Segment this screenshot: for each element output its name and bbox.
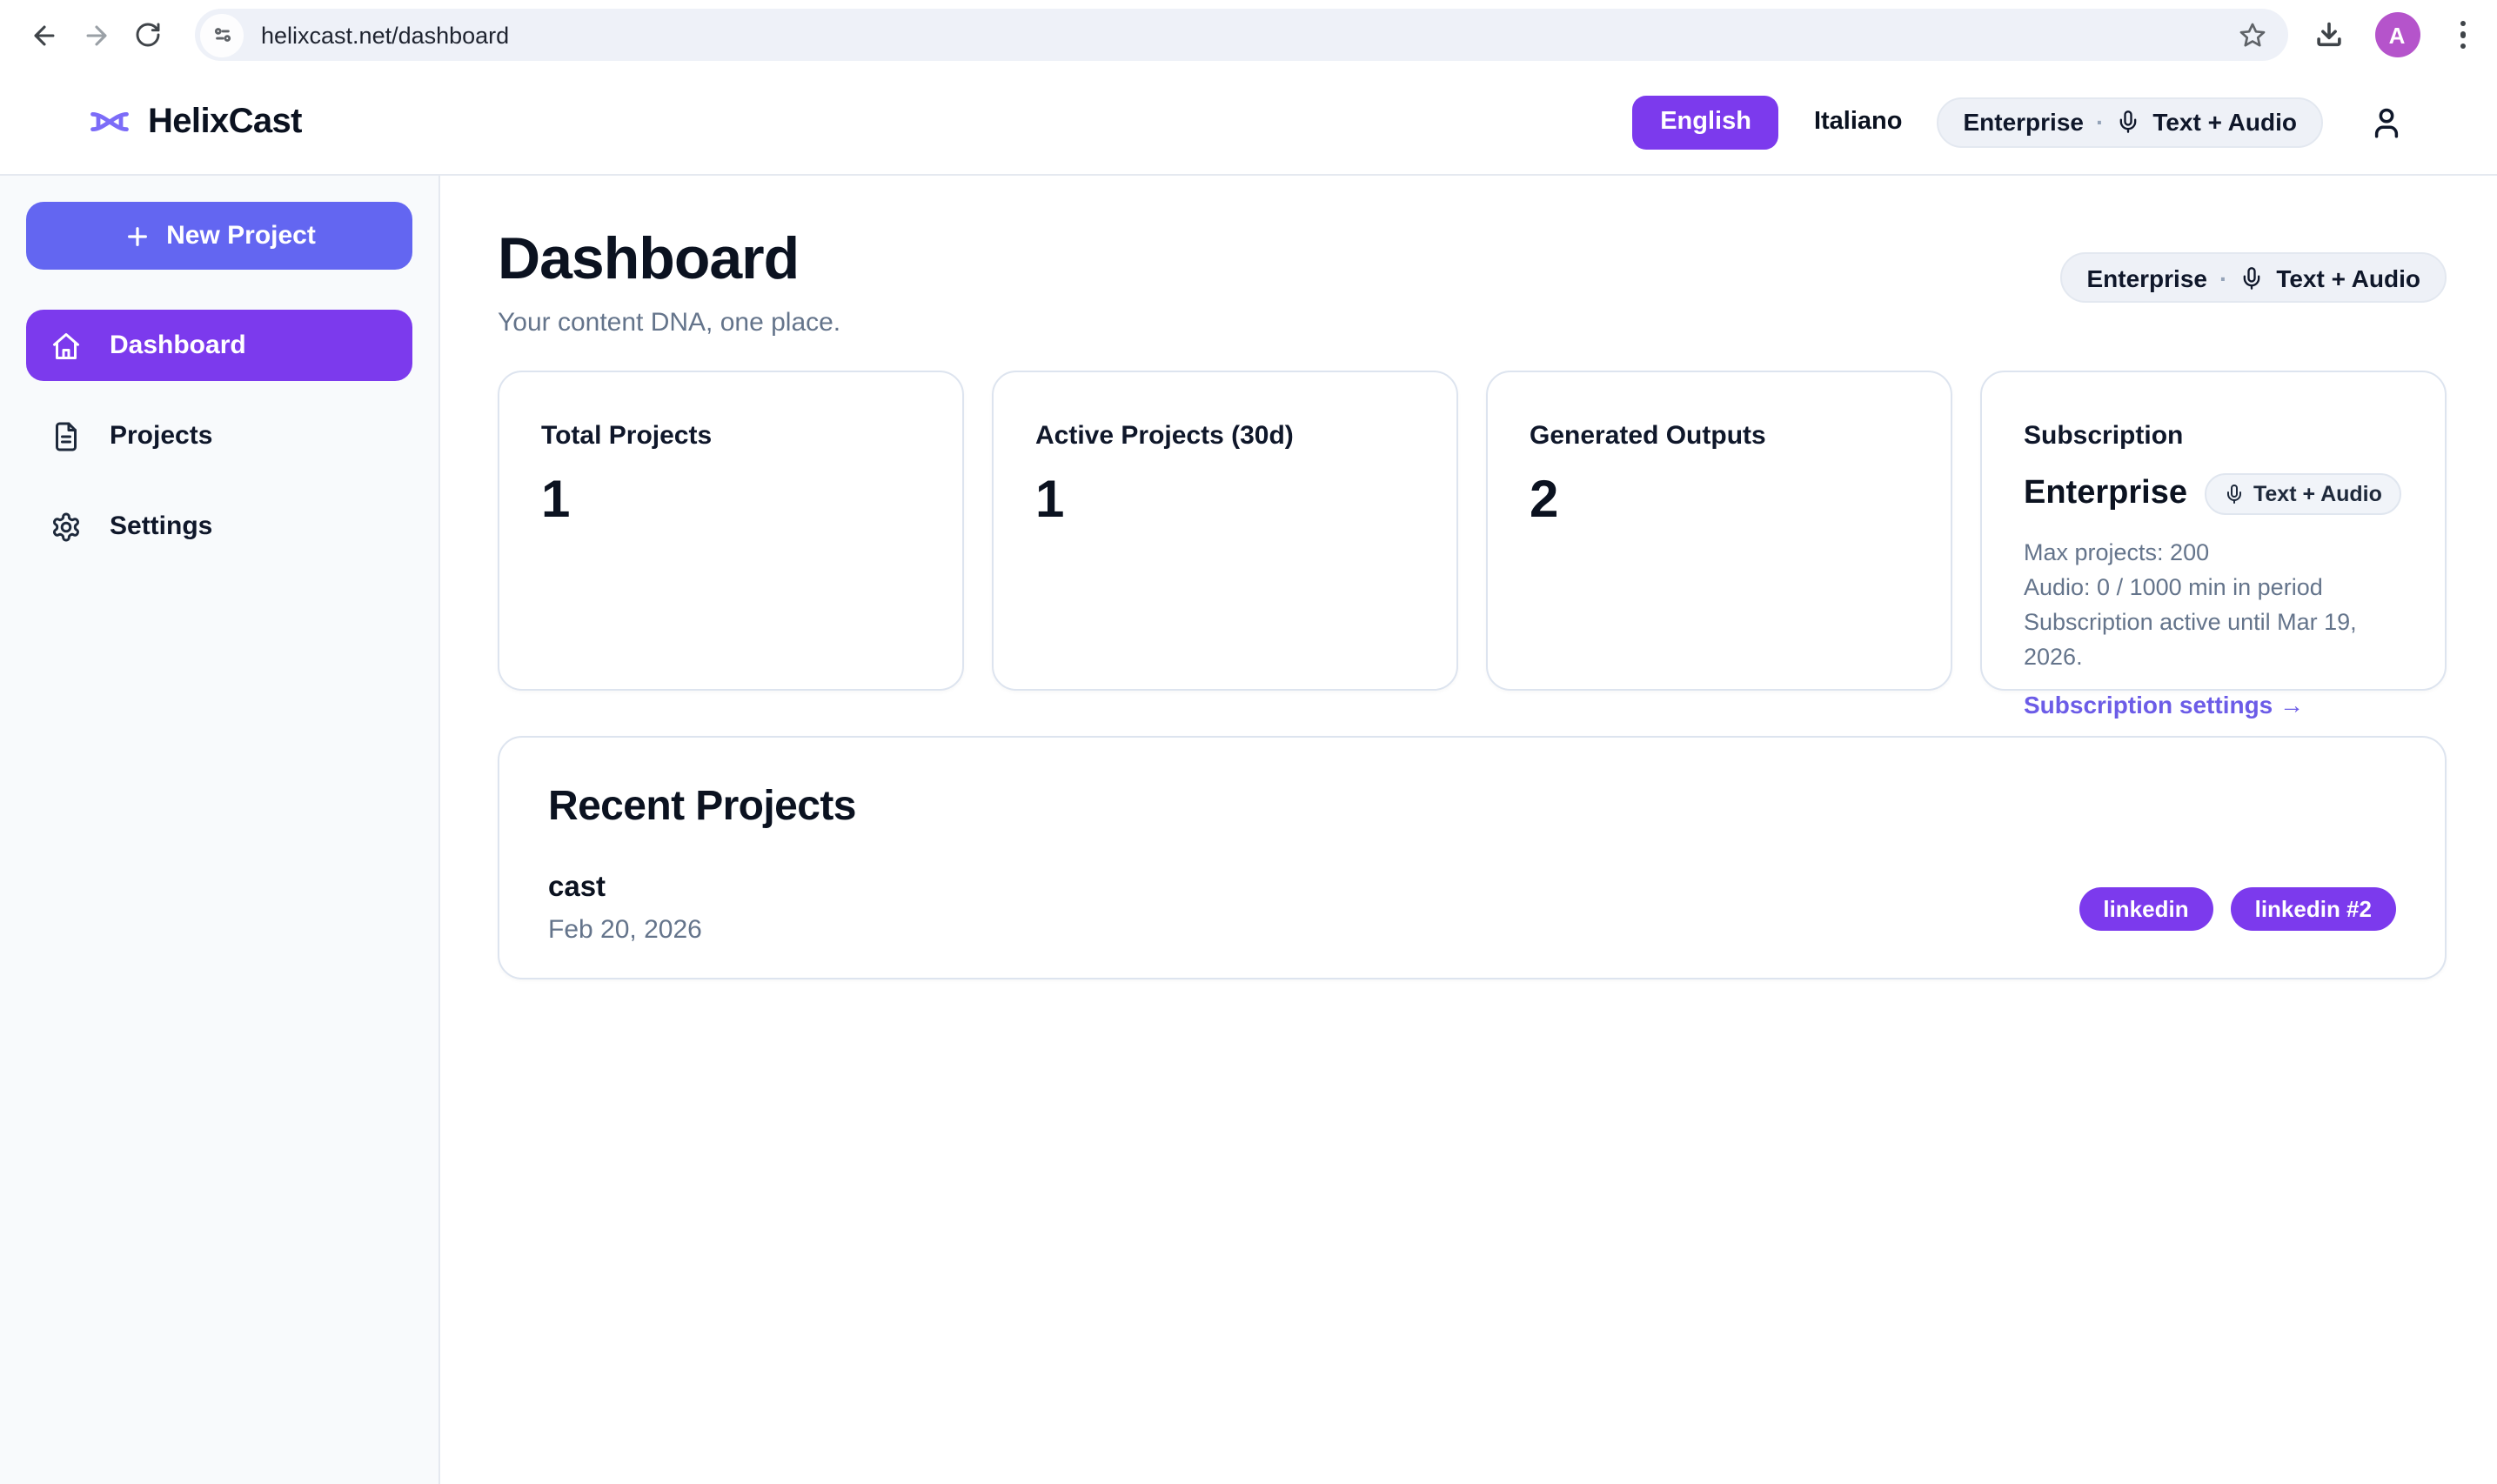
- recent-projects-title: Recent Projects: [548, 783, 2396, 832]
- subscription-max-projects: Max projects: 200: [2024, 536, 2403, 571]
- new-project-button[interactable]: New Project: [26, 202, 412, 270]
- file-icon: [50, 420, 82, 451]
- sidebar-item-dashboard[interactable]: Dashboard: [26, 310, 412, 381]
- main-content: Dashboard Your content DNA, one place. E…: [440, 176, 2497, 1484]
- stat-card-generated-outputs: Generated Outputs 2: [1486, 371, 1952, 691]
- back-icon[interactable]: [17, 9, 70, 61]
- plan-separator: ·: [2096, 108, 2104, 136]
- reload-icon[interactable]: [122, 9, 174, 61]
- gear-icon: [50, 511, 82, 542]
- page-subtitle: Your content DNA, one place.: [498, 308, 840, 338]
- language-italiano-button[interactable]: Italiano: [1811, 108, 1906, 136]
- stat-card-active-projects: Active Projects (30d) 1: [992, 371, 1458, 691]
- sidebar-item-label: Settings: [110, 511, 212, 541]
- url-text[interactable]: helixcast.net/dashboard: [261, 22, 2237, 48]
- project-tag-badge: linkedin: [2079, 886, 2212, 930]
- stat-card-total-projects: Total Projects 1: [498, 371, 964, 691]
- dna-icon: [87, 99, 132, 144]
- language-english-button[interactable]: English: [1632, 95, 1779, 149]
- recent-projects-card: Recent Projects cast Feb 20, 2026 linked…: [498, 736, 2447, 979]
- app-header: HelixCast English Italiano Enterprise · …: [0, 70, 2497, 176]
- project-tag-badge: linkedin #2: [2231, 886, 2396, 930]
- mic-icon: [2239, 265, 2264, 290]
- plan-mode: Text + Audio: [2276, 264, 2420, 291]
- sidebar-item-label: Projects: [110, 421, 212, 451]
- stat-label: Active Projects (30d): [1035, 421, 1415, 451]
- subscription-card: Subscription Enterprise Text + Audio Max…: [1980, 371, 2447, 691]
- subscription-title: Subscription: [2024, 421, 2403, 451]
- stat-value: 1: [1035, 471, 1415, 531]
- project-name: cast: [548, 872, 702, 905]
- mic-icon: [2116, 110, 2140, 134]
- download-icon[interactable]: [2312, 18, 2345, 51]
- plan-badge-main: Enterprise · Text + Audio: [2060, 252, 2447, 303]
- stat-value: 1: [541, 471, 920, 531]
- sidebar-item-settings[interactable]: Settings: [26, 491, 412, 562]
- browser-toolbar: helixcast.net/dashboard A: [0, 0, 2497, 70]
- header-actions: English Italiano Enterprise · Text + Aud…: [1632, 95, 2405, 149]
- project-date: Feb 20, 2026: [548, 915, 702, 945]
- forward-icon[interactable]: [70, 9, 122, 61]
- mic-icon: [2224, 484, 2245, 505]
- sidebar-item-projects[interactable]: Projects: [26, 400, 412, 471]
- stat-label: Total Projects: [541, 421, 920, 451]
- plus-icon: [123, 222, 151, 250]
- toolbar-right: A: [2312, 12, 2476, 57]
- plan-separator: ·: [2219, 264, 2227, 291]
- plan-name: Enterprise: [1963, 108, 2084, 136]
- project-tags: linkedin linkedin #2: [2079, 886, 2396, 930]
- brand-name: HelixCast: [148, 102, 302, 142]
- sidebar: New Project Dashboard Projects: [0, 176, 440, 1484]
- browser-window: helixcast.net/dashboard A HelixCast Engl…: [0, 0, 2497, 1484]
- subscription-mode-badge: Text + Audio: [2205, 473, 2401, 515]
- subscription-audio-usage: Audio: 0 / 1000 min in period: [2024, 571, 2403, 605]
- home-icon: [50, 330, 82, 361]
- bookmark-star-icon[interactable]: [2237, 20, 2266, 50]
- plan-mode: Text + Audio: [2152, 108, 2297, 136]
- page-title: Dashboard: [498, 228, 840, 292]
- subscription-mode: Text + Audio: [2253, 482, 2382, 506]
- subscription-plan: Enterprise: [2024, 475, 2187, 513]
- stat-label: Generated Outputs: [1530, 421, 1909, 451]
- sidebar-nav: Dashboard Projects Settings: [26, 310, 412, 562]
- stat-value: 2: [1530, 471, 1909, 531]
- user-icon[interactable]: [2368, 104, 2405, 140]
- browser-profile-avatar[interactable]: A: [2374, 12, 2420, 57]
- subscription-settings-link[interactable]: Subscription settings →: [2024, 691, 2304, 719]
- plan-name: Enterprise: [2086, 264, 2207, 291]
- sidebar-item-label: Dashboard: [110, 331, 246, 360]
- project-row[interactable]: cast Feb 20, 2026 linkedin linkedin #2: [548, 872, 2396, 945]
- plan-badge-header: Enterprise · Text + Audio: [1937, 97, 2323, 147]
- brand-logo[interactable]: HelixCast: [87, 99, 302, 144]
- new-project-label: New Project: [166, 221, 316, 251]
- url-bar[interactable]: helixcast.net/dashboard: [195, 9, 2287, 61]
- stats-row: Total Projects 1 Active Projects (30d) 1…: [498, 371, 2447, 691]
- site-settings-icon[interactable]: [200, 13, 244, 57]
- browser-menu-icon[interactable]: [2449, 14, 2476, 57]
- subscription-active-until: Subscription active until Mar 19, 2026.: [2024, 605, 2403, 675]
